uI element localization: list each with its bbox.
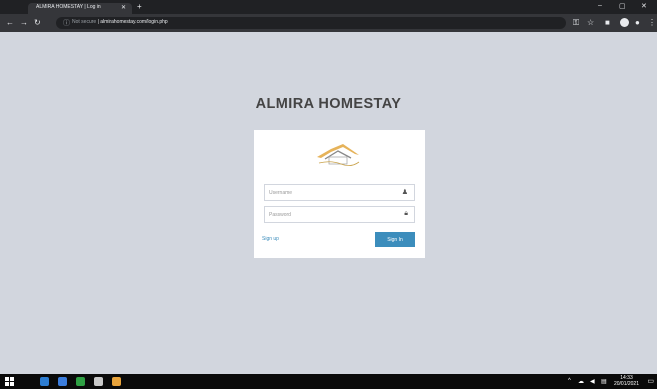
whatsapp-icon[interactable] — [76, 377, 85, 386]
close-window-icon[interactable]: ✕ — [641, 2, 647, 10]
notification-icon[interactable]: ▭ — [647, 377, 654, 385]
password-input[interactable] — [265, 207, 403, 222]
username-field[interactable]: ♟ — [264, 184, 415, 201]
app-icon[interactable] — [94, 377, 103, 386]
address-bar[interactable]: ⓘ Not secure | almirahomestay.com/login.… — [56, 17, 566, 29]
browser-tab-bar: ALMIRA HOMESTAY | Log in ✕ + – ▢ ✕ — [0, 0, 657, 14]
chrome-taskbar-icon[interactable] — [112, 377, 121, 386]
username-input[interactable] — [265, 185, 403, 200]
key-icon[interactable]: ⚿ — [573, 18, 579, 28]
tab-title: ALMIRA HOMESTAY | Log in — [36, 4, 101, 10]
taskbar-clock[interactable]: 14:33 20/01/2021 — [614, 375, 639, 387]
lock-icon: 🔒︎ — [404, 210, 408, 217]
minimize-icon[interactable]: – — [598, 2, 602, 9]
user-icon: ♟ — [401, 189, 408, 196]
login-box: ♟ 🔒︎ Sign up Sign In — [254, 130, 425, 258]
profile-avatar[interactable] — [620, 18, 629, 27]
file-explorer-icon[interactable] — [58, 377, 67, 386]
browser-toolbar: ← → ↻ ⓘ Not secure | almirahomestay.com/… — [0, 14, 657, 32]
brand-title: ALMIRA HOMESTAY — [255, 96, 402, 112]
account-icon[interactable]: ● — [635, 18, 640, 27]
signup-link[interactable]: Sign up — [262, 236, 279, 242]
windows-taskbar: ^ ☁ ◀ ▤ 14:33 20/01/2021 ▭ — [0, 374, 657, 389]
volume-icon[interactable]: ◀ — [590, 378, 595, 385]
edge-app-icon[interactable] — [40, 377, 49, 386]
url-value: almirahomestay.com/login.php — [100, 19, 168, 25]
network-icon[interactable]: ▤ — [601, 378, 607, 385]
url-text: Not secure | almirahomestay.com/login.ph… — [72, 19, 168, 25]
signin-button[interactable]: Sign In — [375, 232, 415, 247]
password-field[interactable]: 🔒︎ — [264, 206, 415, 223]
browser-tab[interactable]: ALMIRA HOMESTAY | Log in ✕ — [28, 3, 132, 14]
reload-icon[interactable]: ↻ — [34, 18, 41, 27]
onedrive-icon[interactable]: ☁ — [578, 378, 584, 385]
not-secure-label: Not secure — [72, 19, 97, 25]
info-icon[interactable]: ⓘ — [63, 18, 70, 28]
windows-start-icon[interactable] — [5, 377, 14, 386]
maximize-icon[interactable]: ▢ — [619, 2, 626, 10]
forward-icon[interactable]: → — [20, 18, 28, 27]
back-icon[interactable]: ← — [6, 18, 14, 27]
new-tab-button[interactable]: + — [137, 2, 142, 11]
close-tab-icon[interactable]: ✕ — [121, 4, 126, 11]
star-icon[interactable]: ☆ — [587, 18, 594, 27]
clock-date: 20/01/2021 — [613, 381, 639, 387]
extension-icon[interactable]: ■ — [605, 18, 610, 27]
menu-icon[interactable]: ⋮ — [648, 18, 656, 27]
homestay-logo-icon — [317, 144, 360, 166]
tray-overflow-icon[interactable]: ^ — [568, 378, 571, 384]
